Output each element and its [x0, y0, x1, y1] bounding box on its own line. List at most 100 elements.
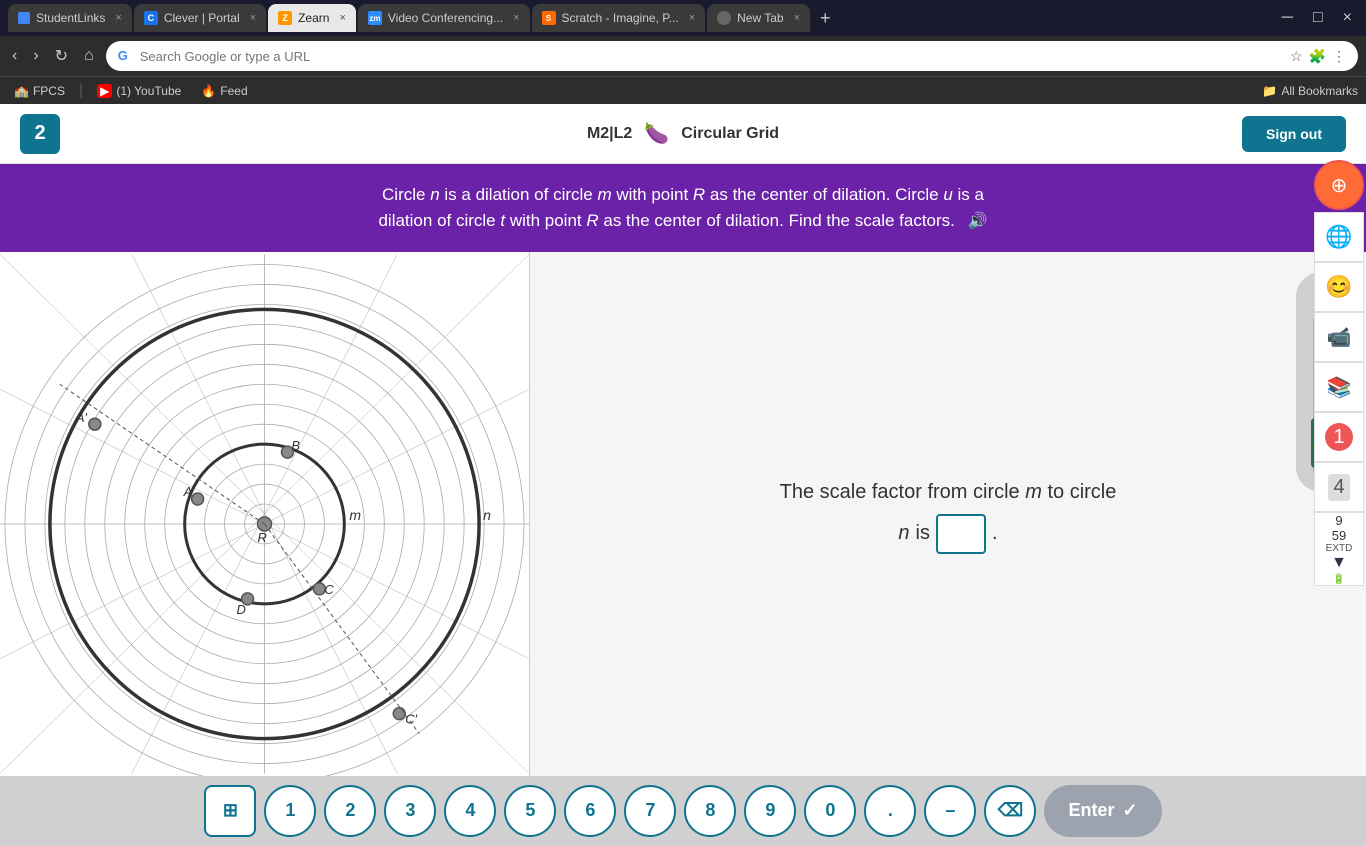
label-m: m	[349, 506, 361, 522]
question-text-line1: Circle n is a dilation of circle m with …	[40, 182, 1326, 208]
content-area: m n A B D C R	[0, 252, 1366, 776]
key-0[interactable]: 0	[804, 785, 856, 837]
label-A: A	[183, 484, 193, 499]
ext-icon-5[interactable]: 1	[1314, 412, 1364, 462]
ext-icon-6[interactable]: 4	[1314, 462, 1364, 512]
extension-icon[interactable]: 🧩	[1309, 48, 1326, 65]
point-A	[192, 493, 204, 505]
fpcs-icon: 🏫	[14, 84, 29, 98]
label-C-prime: C'	[405, 711, 417, 726]
answer-panel: The scale factor from circle m to circle…	[530, 252, 1366, 776]
lesson-name: Circular Grid	[681, 125, 779, 143]
label-R: R	[258, 529, 267, 544]
fraction-key[interactable]: ⊞	[204, 785, 256, 837]
enter-check-icon: ✓	[1122, 800, 1137, 821]
lesson-code: M2|L2	[587, 125, 632, 143]
minimize-button[interactable]: ─	[1276, 7, 1299, 29]
bookmark-icon[interactable]: ☆	[1290, 48, 1303, 65]
enter-button[interactable]: Enter ✓	[1044, 785, 1161, 837]
bookmark-feed-label: Feed	[220, 84, 247, 98]
bookmarks-bar: 🏫 FPCS | ▶ (1) YouTube 🔥 Feed 📁 All Book…	[0, 76, 1366, 104]
reload-button[interactable]: ↻	[51, 42, 72, 70]
main-content: Circle n is a dilation of circle m with …	[0, 164, 1366, 768]
ext-icon-1[interactable]: ⊕	[1314, 160, 1364, 210]
tab-studentlinks[interactable]: StudentLinks ×	[8, 4, 132, 32]
key-delete[interactable]: ⌫	[984, 785, 1036, 837]
address-bar[interactable]: G ☆ 🧩 ⋮	[106, 41, 1358, 71]
tab-close-newtab[interactable]: ×	[794, 12, 800, 24]
key-5[interactable]: 5	[504, 785, 556, 837]
tab-close-studentlinks[interactable]: ×	[115, 12, 121, 24]
url-input[interactable]	[140, 49, 1278, 64]
speaker-icon[interactable]: 🔊	[968, 213, 988, 230]
maximize-button[interactable]: □	[1307, 7, 1329, 29]
ext-icon-4[interactable]: 📚	[1314, 362, 1364, 412]
ext-icon-time: 9 59 EXTD ▼ 🔋	[1314, 512, 1364, 586]
question-text-line2: dilation of circle t with point R as the…	[40, 208, 1326, 234]
bookmark-fpcs[interactable]: 🏫 FPCS	[8, 82, 71, 100]
all-bookmarks-button[interactable]: 📁 All Bookmarks	[1262, 84, 1358, 98]
question-italic-u: u	[943, 185, 952, 204]
text-italic-n: n	[898, 522, 909, 545]
tab-label-clever: Clever | Portal	[164, 11, 240, 25]
new-tab-button[interactable]: +	[812, 8, 839, 29]
back-button[interactable]: ‹	[8, 43, 21, 69]
key-4[interactable]: 4	[444, 785, 496, 837]
lesson-icon: 🍆	[644, 121, 669, 146]
sign-out-button[interactable]: Sign out	[1242, 116, 1346, 152]
bookmark-feed[interactable]: 🔥 Feed	[195, 82, 253, 100]
question-italic-R2: R	[586, 211, 598, 230]
tab-favicon-newtab	[717, 11, 731, 25]
browser-chrome: StudentLinks × C Clever | Portal × Z Zea…	[0, 0, 1366, 104]
home-button[interactable]: ⌂	[80, 43, 98, 69]
tab-close-video[interactable]: ×	[513, 12, 519, 24]
scale-factor-description: The scale factor from circle m to circle	[780, 474, 1117, 510]
label-D: D	[237, 601, 246, 616]
tab-close-zearn[interactable]: ×	[339, 12, 345, 24]
tab-zearn[interactable]: Z Zearn ×	[268, 4, 356, 32]
label-B: B	[291, 438, 300, 453]
label-C: C	[324, 581, 334, 596]
tab-newtab[interactable]: New Tab ×	[707, 4, 810, 32]
ext-icon-chrome[interactable]: 🌐	[1314, 212, 1364, 262]
address-bar-row: ‹ › ↻ ⌂ G ☆ 🧩 ⋮	[0, 36, 1366, 76]
key-1[interactable]: 1	[264, 785, 316, 837]
tab-favicon-studentlinks	[18, 12, 30, 24]
enter-label: Enter	[1068, 800, 1114, 821]
window-controls: ─ □ ×	[1276, 7, 1358, 29]
all-bookmarks-label: All Bookmarks	[1281, 84, 1358, 98]
key-decimal[interactable]: .	[864, 785, 916, 837]
key-7[interactable]: 7	[624, 785, 676, 837]
label-n: n	[483, 506, 491, 522]
tab-close-clever[interactable]: ×	[250, 12, 256, 24]
tab-label-newtab: New Tab	[737, 11, 783, 25]
key-2[interactable]: 2	[324, 785, 376, 837]
close-button[interactable]: ×	[1337, 7, 1358, 29]
bookmark-youtube[interactable]: ▶ (1) YouTube	[91, 82, 187, 100]
tab-bar: StudentLinks × C Clever | Portal × Z Zea…	[0, 0, 1366, 36]
key-6[interactable]: 6	[564, 785, 616, 837]
google-logo-icon: G	[118, 48, 134, 64]
address-bar-icons: ☆ 🧩 ⋮	[1290, 48, 1346, 65]
key-minus[interactable]: –	[924, 785, 976, 837]
text-italic-m: m	[1025, 481, 1042, 503]
tab-video[interactable]: zm Video Conferencing... ×	[358, 4, 530, 32]
key-8[interactable]: 8	[684, 785, 736, 837]
point-A-prime	[89, 418, 101, 430]
tab-label-video: Video Conferencing...	[388, 11, 503, 25]
tab-scratch[interactable]: S Scratch - Imagine, P... ×	[532, 4, 706, 32]
scale-factor-input[interactable]	[936, 514, 986, 554]
ext-icon-2[interactable]: 😊	[1314, 262, 1364, 312]
tab-label-scratch: Scratch - Imagine, P...	[562, 11, 679, 25]
ext-icon-3[interactable]: 📹	[1314, 312, 1364, 362]
text-is: is	[916, 522, 930, 545]
bookmark-fpcs-label: FPCS	[33, 84, 65, 98]
key-3[interactable]: 3	[384, 785, 436, 837]
tab-close-scratch[interactable]: ×	[689, 12, 695, 24]
tab-clever[interactable]: C Clever | Portal ×	[134, 4, 266, 32]
forward-button[interactable]: ›	[29, 43, 42, 69]
key-9[interactable]: 9	[744, 785, 796, 837]
menu-icon[interactable]: ⋮	[1332, 48, 1346, 65]
tab-favicon-clever: C	[144, 11, 158, 25]
bookmark-separator-1: |	[79, 82, 83, 100]
